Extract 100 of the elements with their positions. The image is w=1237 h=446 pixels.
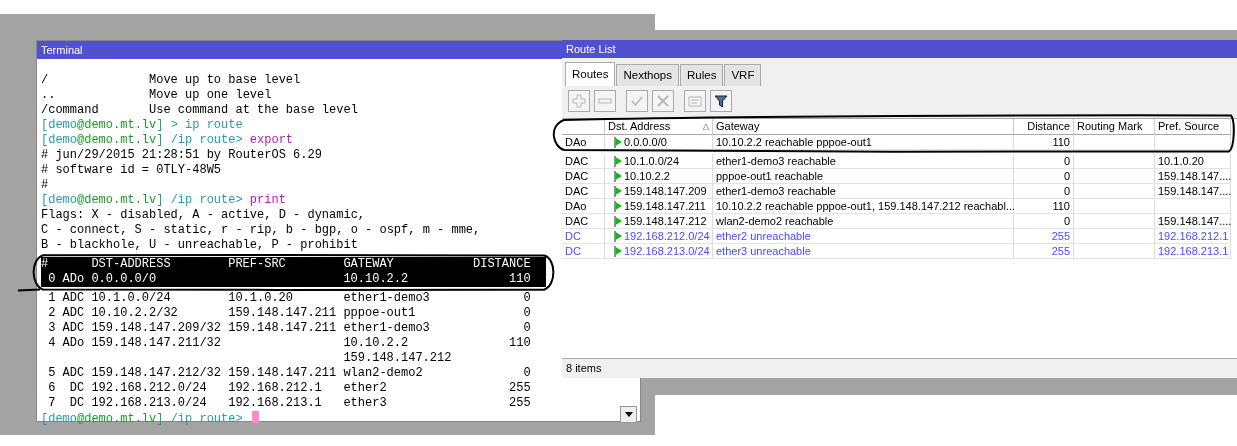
table-cell: ether1-demo3 reachable (713, 154, 1014, 170)
prompt-text: ] > (156, 118, 179, 132)
tab[interactable]: VRF (724, 64, 762, 87)
table-cell: 159.148.147.... (1155, 184, 1231, 200)
flag-icon (614, 201, 622, 213)
prompt-text: [demo (41, 118, 77, 132)
table-cell-text: 1 (47, 291, 56, 306)
table-cell: DAo (562, 135, 605, 151)
table-cell-text: ADC (61, 366, 85, 381)
prompt-text: @demo.mt.lv (77, 118, 157, 132)
column-header: DST-ADDRESS (91, 257, 172, 272)
window-title: Route List (562, 40, 1237, 58)
table-cell: 10.10.2.2 (605, 169, 713, 185)
flag-icon (614, 186, 622, 198)
table-cell-text: wlan2-demo2 (343, 366, 424, 381)
table-cell-text: 5 (47, 366, 56, 381)
column-header: PREF-SRC (228, 257, 287, 272)
column-header[interactable]: Distance (1014, 119, 1074, 136)
column-header: DISTANCE (473, 257, 531, 272)
table-cell: ether2 unreachable (713, 229, 1014, 245)
table-cell-text: 192.168.213.0/24 (91, 396, 208, 411)
flag-icon (614, 171, 622, 183)
sort-arrow-icon (703, 124, 709, 131)
command-text: export (249, 133, 294, 147)
table-cell: DAC (562, 169, 605, 185)
table-cell-text: 3 (47, 321, 56, 336)
table-cell-text: 0 (47, 272, 56, 287)
table-cell: 110 (1014, 199, 1074, 215)
table-cell-text: 110 (508, 272, 531, 287)
prompt-text: ] /ip route> (156, 193, 244, 207)
column-header: # (41, 257, 50, 272)
table-cell: 255 (1014, 229, 1074, 245)
tab[interactable]: Routes (565, 62, 616, 87)
table-cell-text: 159.148.147.209/32 (91, 321, 222, 336)
table-cell-text: ether3 (343, 396, 388, 411)
description-text: Move up to base level (149, 73, 301, 87)
table-cell: 159.148.147.212 (605, 214, 713, 230)
table-cell: DC (562, 229, 605, 245)
tab[interactable]: Rules (680, 64, 724, 87)
table-cell: 159.148.147.... (1155, 169, 1231, 185)
prompt-text: @demo.mt.lv (77, 133, 157, 147)
table-cell: 159.148.147.... (1155, 214, 1231, 230)
table-cell-text: ADo (61, 272, 85, 287)
table-cell-text: DC (68, 396, 85, 411)
text-cursor (251, 411, 259, 423)
tab[interactable]: Nexthops (616, 64, 680, 87)
table-cell-text: 159.148.147.211 (228, 321, 338, 336)
description-text: Move up one level (149, 88, 272, 102)
table-cell: 10.10.2.2 reachable pppoe-out1, 159.148.147.212 reachabl... (713, 199, 1014, 215)
table-cell-text: 0.0.0.0/0 (91, 272, 158, 287)
table-cell: 255 (1014, 244, 1074, 260)
table-cell: ether3 unreachable (713, 244, 1014, 260)
terminal-line: B - blackhole, U - unreachable, P - prohibit (41, 238, 358, 253)
prompt-text: [demo (41, 133, 77, 147)
prompt-text: ] /ip route> (156, 133, 244, 147)
table-cell-text: 4 (47, 336, 56, 351)
flag-icon (614, 231, 622, 243)
table-cell: 192.168.212.1 (1155, 229, 1231, 245)
table-cell: 192.168.213.0/24 (605, 244, 713, 260)
table-cell: 0.0.0.0/0 (605, 135, 713, 151)
table-cell-text: ether1-demo3 (343, 291, 431, 306)
command-text: /command (41, 103, 100, 118)
terminal-line: # software id = 0TLY-48W5 (41, 163, 222, 178)
table-cell: wlan2-demo2 reachable (713, 214, 1014, 230)
table-cell: DAC (562, 214, 605, 230)
table-cell-text: 159.148.147.212/32 (91, 366, 222, 381)
terminal-line: Flags: X - disabled, A - active, D - dynamic, (41, 208, 366, 223)
table-cell-text: 255 (508, 396, 531, 411)
table-cell-text: 192.168.213.1 (228, 396, 323, 411)
table-cell: 0 (1014, 184, 1074, 200)
prompt-text: @demo.mt.lv (77, 412, 157, 426)
table-cell: 110 (1014, 135, 1074, 151)
column-header[interactable]: Gateway (713, 119, 1014, 136)
column-header[interactable]: Routing Mark (1074, 119, 1155, 136)
table-cell: 159.148.147.211 (605, 199, 713, 215)
scroll-down-button[interactable] (620, 406, 637, 423)
table-cell-text: 10.1.0.0/24 (91, 291, 172, 306)
table-cell: 0 (1014, 169, 1074, 185)
table-cell: 192.168.213.1 (1155, 244, 1231, 260)
column-header[interactable]: Pref. Source (1155, 119, 1231, 136)
table-cell: ether1-demo3 reachable (713, 184, 1014, 200)
table-cell-text: 159.148.147.211/32 (91, 336, 222, 351)
table-cell-text: 2 (47, 306, 56, 321)
table-cell-text: 10.1.0.20 (228, 291, 294, 306)
table-cell-text: 0 (522, 306, 531, 321)
table-cell-text: 159.148.147.211 (228, 306, 338, 321)
table-cell: pppoe-out1 reachable (713, 169, 1014, 185)
column-header[interactable]: Dst. Address (605, 119, 713, 136)
terminal-line: # jun/29/2015 21:28:51 by RouterOS 6.29 (41, 148, 322, 163)
toolbar-button[interactable] (710, 90, 732, 113)
prompt-text: [demo (41, 412, 77, 426)
prompt-text: [demo (41, 193, 77, 207)
table-cell-text: 110 (508, 336, 531, 351)
prompt-text: ] /ip route> (156, 412, 244, 426)
table-cell-text: 10.10.2.2 (343, 336, 410, 351)
table-cell-text: ether1-demo3 (343, 321, 431, 336)
table-cell-text: 0 (522, 366, 531, 381)
table-cell-text: ether2 (343, 381, 388, 396)
table-cell: 192.168.212.0/24 (605, 229, 713, 245)
table-cell-text: ADC (61, 321, 85, 336)
